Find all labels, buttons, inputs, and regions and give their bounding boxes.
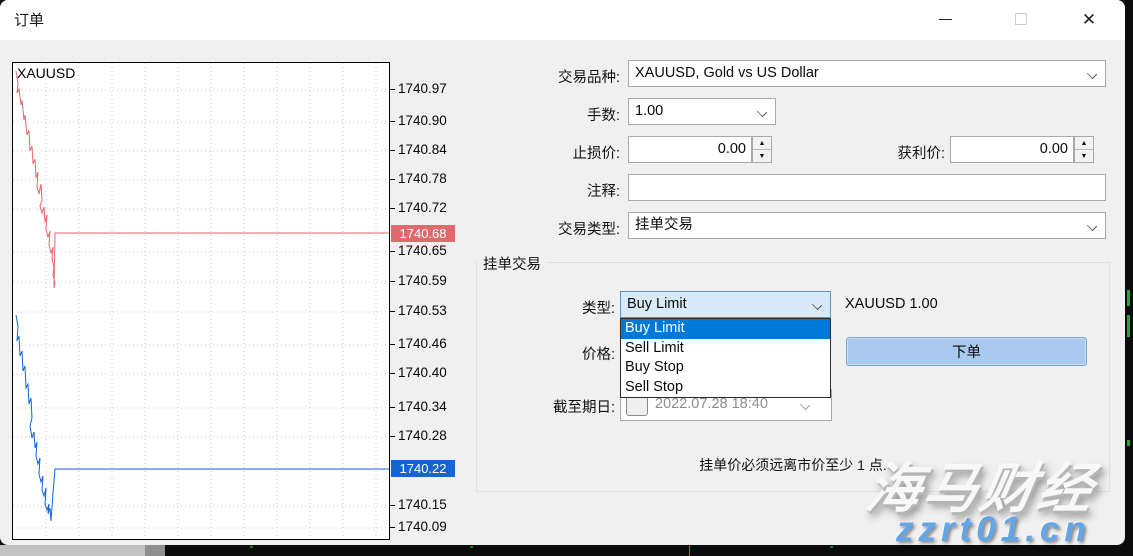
scale-price-label: 1740.90: [398, 113, 460, 128]
trade-type-value: 挂单交易: [635, 217, 693, 233]
trade-type-label: 交易类型:: [470, 218, 620, 239]
scale-price-label: 1740.59: [398, 273, 460, 288]
tick-chart-canvas: [13, 63, 389, 539]
candle-tick: [470, 546, 473, 548]
order-type-option[interactable]: Buy Limit: [621, 319, 830, 339]
take-profit-input[interactable]: 0.00: [950, 136, 1074, 163]
candle-tick: [1127, 315, 1130, 337]
symbol-select[interactable]: XAUUSD, Gold vs US Dollar: [628, 60, 1106, 87]
order-type-combobox[interactable]: Buy Limit: [620, 291, 831, 318]
scale-tick: [390, 527, 395, 528]
stop-loss-label: 止损价:: [470, 142, 620, 163]
scale-price-label: 1740.78: [398, 171, 460, 186]
scale-tick: [390, 121, 395, 122]
scale-price-label: 1740.84: [398, 142, 460, 157]
scale-tick: [390, 251, 395, 252]
chevron-down-icon: [1087, 69, 1097, 79]
watermark-url: zzrt01.cn: [896, 510, 1091, 550]
comment-input[interactable]: [628, 174, 1106, 201]
order-summary: XAUUSD 1.00: [845, 296, 938, 312]
scale-price-label: 1740.40: [398, 365, 460, 380]
scale-tick: [390, 407, 395, 408]
tick-chart: XAUUSD: [12, 62, 390, 540]
stop-loss-input[interactable]: 0.00: [628, 136, 752, 163]
scale-price-label: 1740.72: [398, 200, 460, 215]
scale-tick: [390, 208, 395, 209]
stop-loss-stepper[interactable]: ▲ ▼: [752, 136, 772, 163]
chevron-down-icon: [800, 400, 810, 410]
place-order-button[interactable]: 下单: [846, 337, 1087, 366]
take-profit-stepper[interactable]: ▲ ▼: [1074, 136, 1094, 163]
background-window-edge: [0, 545, 145, 556]
maximize-button[interactable]: [998, 0, 1044, 38]
order-type-value: Buy Limit: [627, 296, 687, 312]
minimize-button[interactable]: [922, 0, 968, 38]
bid-price-tag: 1740.22: [391, 460, 455, 477]
minimize-icon: [939, 19, 952, 20]
volume-select[interactable]: 1.00: [628, 98, 776, 125]
order-type-option[interactable]: Sell Limit: [621, 339, 830, 359]
scale-price-label: 1740.46: [398, 336, 460, 351]
chevron-down-icon: [812, 300, 822, 310]
volume-label: 手数:: [470, 104, 620, 125]
scale-tick: [390, 505, 395, 506]
spin-up-icon[interactable]: ▲: [753, 137, 771, 149]
chevron-down-icon: [1087, 221, 1097, 231]
expiry-label: 截至期日:: [440, 396, 615, 417]
candle-tick: [689, 545, 690, 556]
price-label: 价格:: [470, 343, 615, 364]
maximize-icon: [1015, 13, 1027, 25]
scale-tick: [390, 311, 395, 312]
scale-tick: [390, 344, 395, 345]
candle-tick: [830, 546, 833, 548]
scale-tick: [390, 89, 395, 90]
scale-tick: [390, 150, 395, 151]
trade-type-select[interactable]: 挂单交易: [628, 212, 1106, 239]
scale-price-label: 1740.15: [398, 497, 460, 512]
candle-tick: [250, 546, 253, 548]
take-profit-label: 获利价:: [820, 142, 945, 163]
candle-tick: [1127, 290, 1130, 306]
spin-up-icon[interactable]: ▲: [1075, 137, 1093, 149]
order-type-listbox: Buy LimitSell LimitBuy StopSell Stop: [620, 318, 831, 398]
chevron-down-icon: [757, 107, 767, 117]
expiry-value: 2022.07.28 18:40: [655, 396, 801, 412]
order-type-option[interactable]: Buy Stop: [621, 358, 830, 378]
scale-price-label: 1740.09: [398, 519, 460, 534]
volume-value: 1.00: [635, 103, 663, 119]
background-chart-edge: [1125, 0, 1133, 556]
candle-tick: [1127, 440, 1130, 446]
ask-price-tag: 1740.68: [391, 225, 455, 242]
scale-price-label: 1740.65: [398, 243, 460, 258]
scale-price-label: 1740.53: [398, 303, 460, 318]
chart-symbol-label: XAUUSD: [17, 65, 75, 81]
scale-tick: [390, 281, 395, 282]
order-type-label: 类型:: [470, 297, 615, 318]
symbol-value: XAUUSD, Gold vs US Dollar: [635, 65, 819, 81]
close-icon: ✕: [1082, 11, 1096, 28]
symbol-label: 交易品种:: [470, 66, 620, 87]
scale-price-label: 1740.97: [398, 81, 460, 96]
order-type-option[interactable]: Sell Stop: [621, 378, 830, 398]
scale-tick: [390, 179, 395, 180]
scale-price-label: 1740.28: [398, 428, 460, 443]
spin-down-icon[interactable]: ▼: [753, 149, 771, 162]
scale-tick: [390, 436, 395, 437]
window-title: 订单: [14, 9, 44, 30]
comment-label: 注释:: [470, 180, 620, 201]
pending-order-group-title: 挂单交易: [478, 253, 546, 274]
scale-tick: [390, 373, 395, 374]
spin-down-icon[interactable]: ▼: [1075, 149, 1093, 162]
close-button[interactable]: ✕: [1066, 0, 1112, 38]
background-window-edge: [145, 545, 165, 556]
